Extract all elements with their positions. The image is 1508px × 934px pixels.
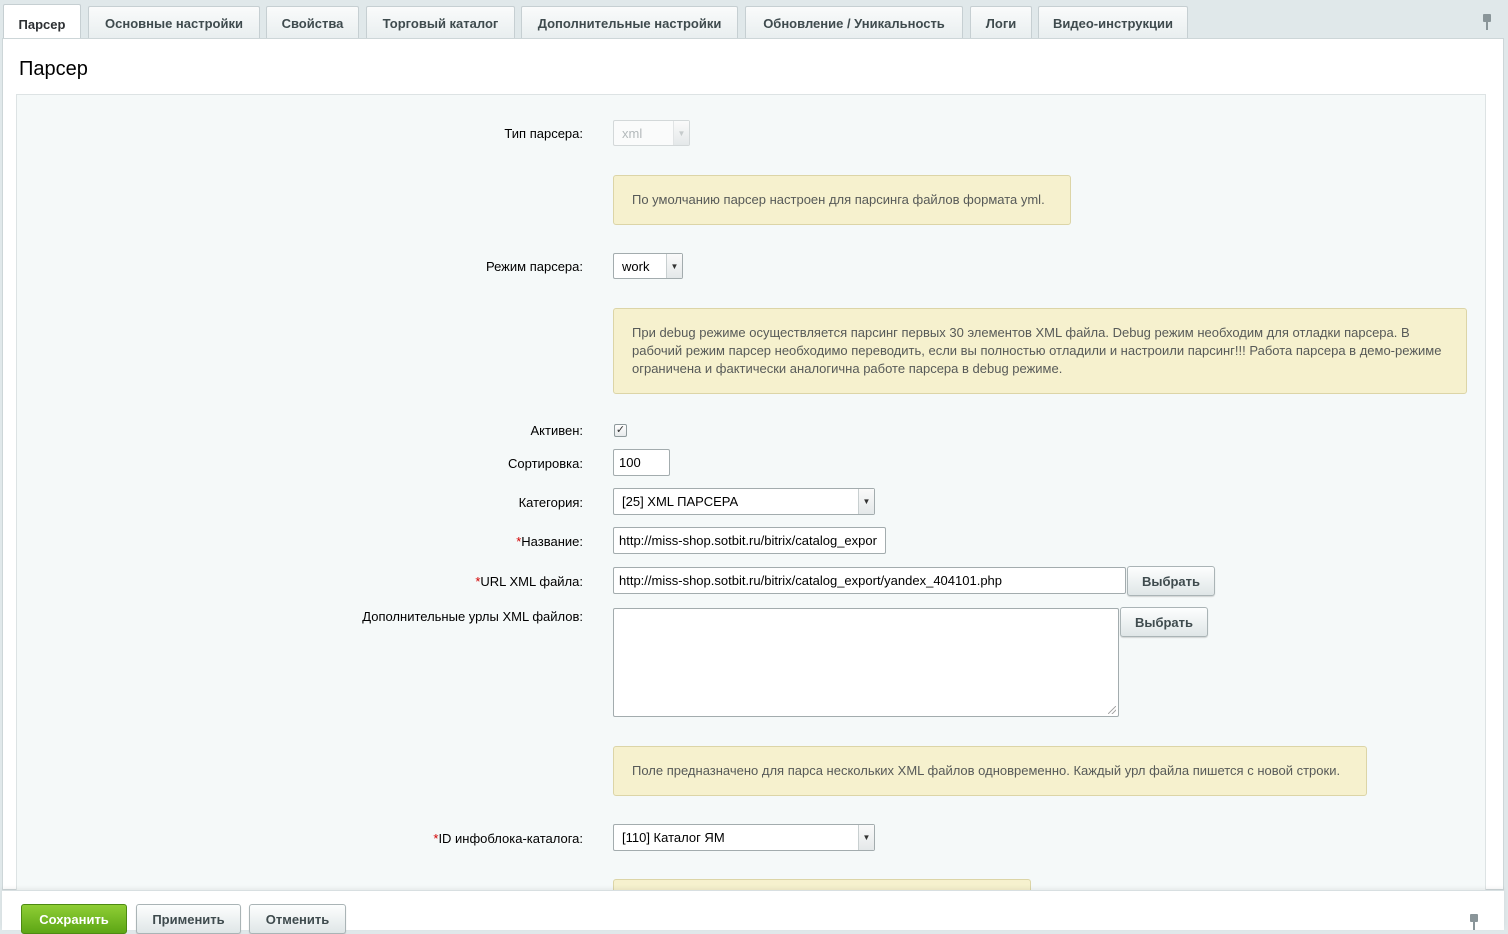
tab-logs[interactable]: Логи xyxy=(970,6,1032,39)
tab-panel: Парсер Тип парсера: xml ▼ По умолчанию п… xyxy=(2,38,1504,909)
tab-properties[interactable]: Свойства xyxy=(266,6,359,39)
parser-type-value: xml xyxy=(622,125,643,141)
parser-type-select: xml ▼ xyxy=(613,120,690,146)
pin-icon[interactable] xyxy=(1481,14,1493,30)
cancel-button[interactable]: Отменить xyxy=(249,904,346,934)
extra-urls-label: Дополнительные урлы XML файлов: xyxy=(362,609,583,624)
category-select[interactable]: [25] XML ПАРСЕРА ▼ xyxy=(613,488,875,515)
apply-button[interactable]: Применить xyxy=(136,904,241,934)
page-title: Парсер xyxy=(19,58,88,80)
extra-urls-note-text: Поле предназначено для парса нескольких … xyxy=(632,763,1341,778)
tab-trade-catalog[interactable]: Торговый каталог xyxy=(366,6,515,39)
check-icon: ✓ xyxy=(615,424,626,436)
parser-type-label: Тип парсера: xyxy=(504,126,583,141)
iblock-id-label-text: ID инфоблока-каталога: xyxy=(438,831,583,846)
name-label-text: Название: xyxy=(521,534,583,549)
extra-urls-note: Поле предназначено для парса нескольких … xyxy=(613,746,1367,796)
tab-video-instructions[interactable]: Видео-инструкции xyxy=(1038,6,1188,39)
footer-bar: Сохранить Применить Отменить xyxy=(2,890,1504,934)
extra-urls-choose-button[interactable]: Выбрать xyxy=(1120,607,1208,637)
parser-mode-note: При debug режиме осуществляется парсинг … xyxy=(613,308,1467,394)
iblock-id-select[interactable]: [110] Каталог ЯМ ▼ xyxy=(613,824,875,851)
extra-urls-textarea[interactable] xyxy=(613,608,1119,717)
category-value: [25] XML ПАРСЕРА xyxy=(622,494,739,509)
chevron-down-icon: ▼ xyxy=(666,254,682,278)
tab-update-uniqueness[interactable]: Обновление / Уникальность xyxy=(745,6,963,39)
parser-mode-label: Режим парсера: xyxy=(486,259,583,274)
chevron-down-icon: ▼ xyxy=(673,121,689,145)
resize-grip-icon[interactable] xyxy=(1108,706,1116,714)
pin-icon[interactable] xyxy=(1468,914,1480,930)
tab-additional-settings[interactable]: Дополнительные настройки xyxy=(521,6,738,39)
save-button[interactable]: Сохранить xyxy=(21,904,127,934)
active-label: Активен: xyxy=(530,423,583,438)
category-label: Категория: xyxy=(518,495,583,510)
parser-mode-note-text: При debug режиме осуществляется парсинг … xyxy=(632,325,1442,376)
name-label: *Название: xyxy=(516,534,583,549)
form-area: Тип парсера: xml ▼ По умолчанию парсер н… xyxy=(16,94,1486,909)
tab-main-settings[interactable]: Основные настройки xyxy=(88,6,260,39)
chevron-down-icon: ▼ xyxy=(858,489,874,514)
url-xml-label-text: URL XML файла: xyxy=(480,574,583,589)
parser-mode-select[interactable]: work ▼ xyxy=(613,253,683,279)
iblock-id-label: *ID инфоблока-каталога: xyxy=(433,831,583,846)
sort-label: Сортировка: xyxy=(508,456,583,471)
sort-input[interactable]: 100 xyxy=(613,449,670,476)
chevron-down-icon: ▼ xyxy=(858,825,874,850)
active-checkbox[interactable]: ✓ xyxy=(614,424,627,437)
parser-type-note: По умолчанию парсер настроен для парсинг… xyxy=(613,175,1071,225)
url-xml-label: *URL XML файла: xyxy=(475,574,583,589)
iblock-id-value: [110] Каталог ЯМ xyxy=(622,830,725,845)
url-xml-input[interactable]: http://miss-shop.sotbit.ru/bitrix/catalo… xyxy=(613,567,1126,594)
parser-mode-value: work xyxy=(622,258,650,274)
parser-type-note-text: По умолчанию парсер настроен для парсинг… xyxy=(632,192,1045,207)
url-xml-choose-button[interactable]: Выбрать xyxy=(1127,566,1215,596)
name-input[interactable]: http://miss-shop.sotbit.ru/bitrix/catalo… xyxy=(613,527,886,554)
